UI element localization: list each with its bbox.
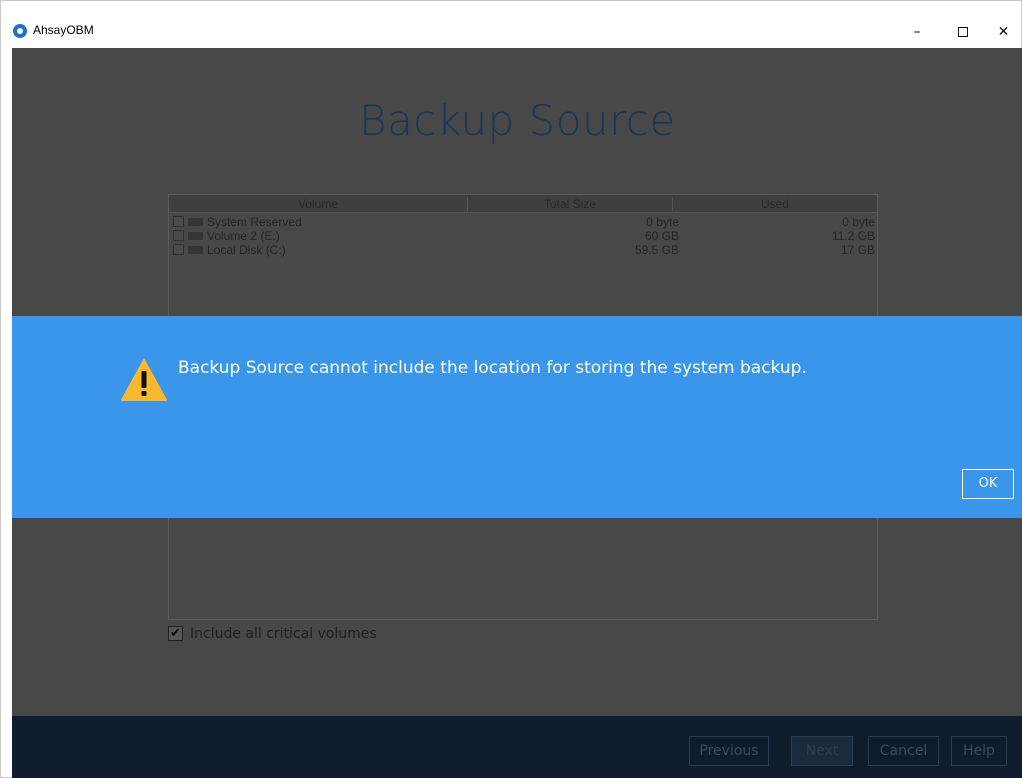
drive-icon: [188, 218, 203, 226]
title-bar: AhsayOBM – ✕: [1, 1, 1021, 47]
warning-icon: [121, 359, 167, 401]
column-header-volume[interactable]: Volume: [169, 197, 467, 211]
windows-drive-icon: [188, 246, 203, 254]
volume-name: System Reserved: [207, 215, 302, 229]
table-row[interactable]: System Reserved 0 byte 0 byte: [169, 215, 877, 229]
volume-total-size: 0 byte: [646, 215, 679, 229]
ok-button[interactable]: OK: [962, 469, 1014, 499]
row-checkbox[interactable]: [173, 216, 184, 227]
page-title: Backup Source: [359, 96, 676, 145]
app-logo-icon: [13, 24, 27, 38]
app-title: AhsayOBM: [33, 23, 94, 37]
footer-bar: Previous Next Cancel Help: [12, 716, 1022, 778]
volume-name: Volume 2 (E:): [207, 229, 280, 243]
minimize-button[interactable]: –: [894, 17, 940, 47]
table-row[interactable]: Volume 2 (E:) 60 GB 11.2 GB: [169, 229, 877, 243]
include-critical-label: Include all critical volumes: [190, 626, 377, 642]
row-checkbox[interactable]: [173, 244, 184, 255]
column-header-used[interactable]: Used: [672, 197, 877, 211]
include-critical-checkbox[interactable]: ✔: [168, 626, 183, 641]
volume-total-size: 59.5 GB: [634, 243, 679, 257]
volume-used: 0 byte: [842, 215, 875, 229]
row-checkbox[interactable]: [173, 230, 184, 241]
drive-icon: [188, 232, 203, 240]
maximize-icon: [958, 27, 968, 37]
volume-total-size: 60 GB: [644, 229, 679, 243]
previous-button[interactable]: Previous: [689, 736, 769, 766]
table-header: Volume Total Size Used: [169, 195, 877, 213]
column-header-total-size[interactable]: Total Size: [467, 197, 672, 211]
maximize-button[interactable]: [940, 17, 986, 47]
volume-used: 11.2 GB: [831, 229, 875, 243]
help-button[interactable]: Help: [951, 736, 1007, 766]
app-window: AhsayOBM – ✕ Backup Source Volume Total …: [0, 0, 1022, 778]
next-button[interactable]: Next: [791, 736, 853, 766]
table-row[interactable]: Local Disk (C:) 59.5 GB 17 GB: [169, 243, 877, 257]
volume-name: Local Disk (C:): [207, 243, 286, 257]
close-button[interactable]: ✕: [986, 17, 1021, 47]
dialog-message: Backup Source cannot include the locatio…: [178, 358, 807, 378]
warning-dialog: Backup Source cannot include the locatio…: [12, 316, 1022, 518]
volume-used: 17 GB: [840, 243, 875, 257]
cancel-button[interactable]: Cancel: [868, 736, 939, 766]
